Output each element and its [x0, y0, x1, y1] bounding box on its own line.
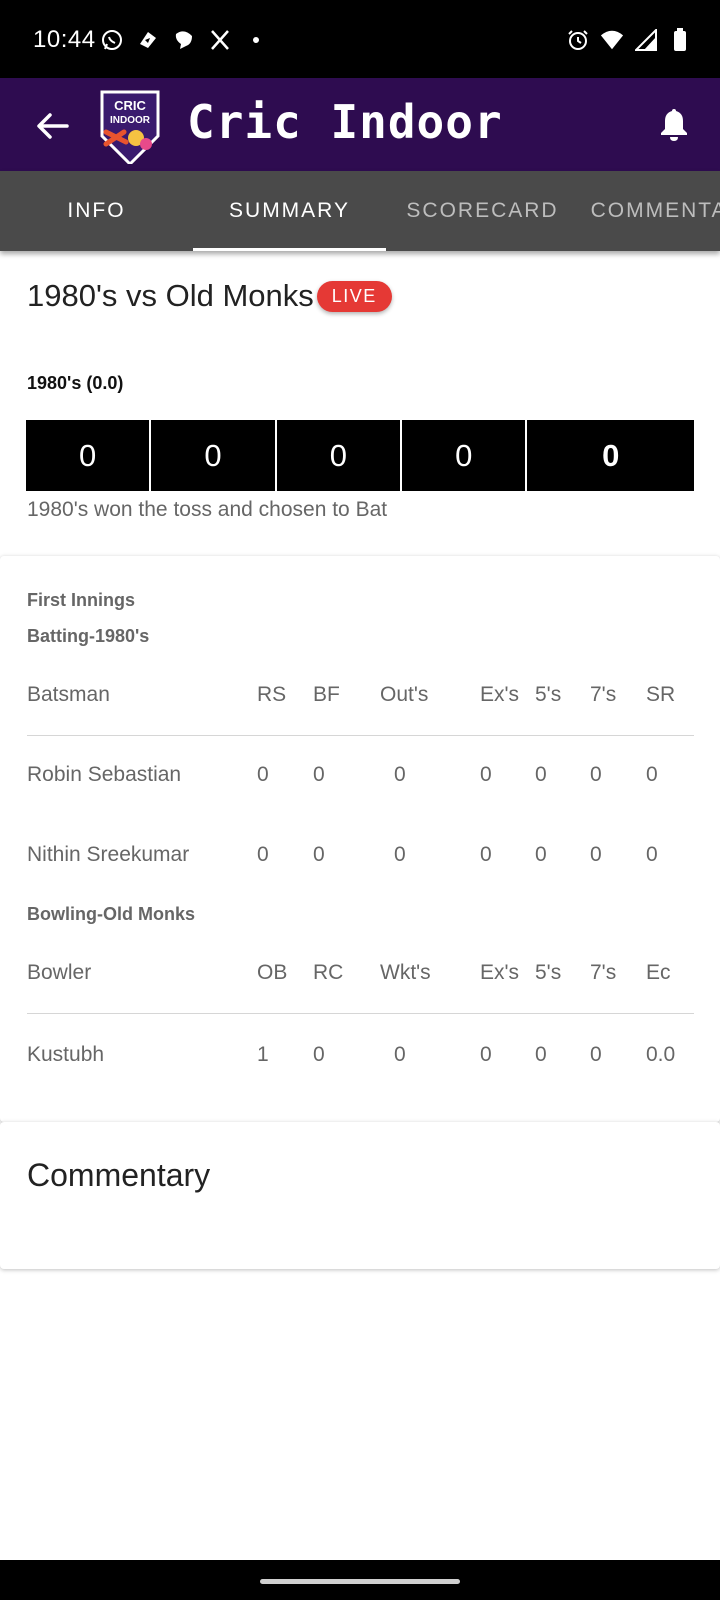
back-button[interactable]	[32, 106, 72, 146]
cell: 0.0	[646, 1043, 676, 1066]
batting-row: Nithin Sreekumar 0 0 0 0 0 0 0	[27, 843, 693, 873]
col-header: Ec	[646, 961, 671, 984]
status-time: 10:44	[33, 26, 96, 53]
col-header: Ex's	[480, 683, 520, 706]
cell: 0	[394, 1043, 406, 1066]
bell-icon	[661, 109, 687, 141]
cell: 0	[313, 1043, 325, 1066]
tab-info[interactable]: INFO	[0, 171, 193, 251]
system-icons	[566, 26, 692, 54]
divider	[27, 1013, 694, 1014]
logo-text-line1: CRIC	[114, 98, 146, 113]
cell: 0	[480, 1043, 492, 1066]
toss-result: 1980's won the toss and chosen to Bat	[27, 498, 388, 521]
divider	[27, 735, 694, 736]
commentary-title: Commentary	[27, 1157, 211, 1193]
batting-header-row: Batsman RS BF Out's Ex's 5's 7's SR	[27, 683, 693, 713]
col-header: RS	[257, 683, 287, 706]
app-icon	[136, 28, 160, 52]
col-header: Bowler	[27, 961, 92, 984]
cell: 0	[590, 763, 602, 786]
app-bar: CRIC INDOOR Cric Indoor	[0, 78, 720, 171]
cell: 0	[394, 843, 406, 866]
cell: 0	[257, 763, 269, 786]
whatsapp-icon	[100, 28, 124, 52]
col-header: SR	[646, 683, 676, 706]
cell: 0	[480, 843, 492, 866]
cell: 0	[590, 843, 602, 866]
col-header: RC	[313, 961, 344, 984]
col-header: BF	[313, 683, 340, 706]
notifications-button[interactable]	[654, 104, 694, 144]
dot-icon	[244, 28, 268, 52]
col-header: Batsman	[27, 683, 110, 706]
wifi-icon	[600, 28, 624, 52]
live-badge: LIVE	[316, 280, 392, 312]
commentary-card[interactable]: Commentary	[0, 1122, 720, 1269]
cell: 0	[646, 763, 658, 786]
app-logo: CRIC INDOOR	[96, 86, 164, 167]
home-gesture-handle[interactable]	[260, 1579, 460, 1584]
ball-2: 0	[151, 420, 277, 491]
chat-icon	[172, 28, 196, 52]
col-header: Ex's	[480, 961, 520, 984]
bowling-label: Bowling-Old Monks	[27, 904, 195, 924]
signal-icon	[634, 28, 658, 52]
bowler-name: Kustubh	[27, 1043, 105, 1066]
logo-text-line2: INDOOR	[110, 115, 151, 126]
batsman-name: Nithin Sreekumar	[27, 843, 190, 866]
cell: 0	[535, 1043, 547, 1066]
back-arrow-icon	[37, 113, 69, 139]
ball-1: 0	[26, 420, 152, 491]
x-icon	[208, 28, 232, 52]
summary-scorecard-card: First Innings Batting-1980's Batsman RS …	[0, 556, 720, 1122]
col-header: Wkt's	[380, 961, 431, 984]
cell: 0	[590, 1043, 602, 1066]
col-header: OB	[257, 961, 288, 984]
cell: 1	[257, 1043, 269, 1066]
batting-label: Batting-1980's	[27, 626, 150, 646]
navigation-bar	[0, 1560, 720, 1600]
bowling-row: Kustubh 1 0 0 0 0 0 0.0	[27, 1043, 693, 1073]
batting-row: Robin Sebastian 0 0 0 0 0 0 0	[27, 763, 693, 793]
ball-3: 0	[277, 420, 403, 491]
cell: 0	[394, 763, 406, 786]
match-title: 1980's vs Old Monks	[27, 278, 314, 313]
match-header: 1980's vs Old Monks LIVE	[27, 278, 392, 314]
cell: 0	[535, 763, 547, 786]
status-bar: 10:44	[0, 0, 720, 78]
col-header: 7's	[590, 961, 617, 984]
recent-balls: 0 0 0 0 0	[26, 420, 694, 491]
cell: 0	[313, 763, 325, 786]
alarm-icon	[566, 28, 590, 52]
cell: 0	[257, 843, 269, 866]
notification-icons	[100, 26, 268, 54]
cell: 0	[480, 763, 492, 786]
ball-5: 0	[602, 437, 620, 473]
col-header: 5's	[535, 683, 562, 706]
tab-commentary[interactable]: COMMENTARY	[579, 171, 720, 251]
bowling-header-row: Bowler OB RC Wkt's Ex's 5's 7's Ec	[27, 961, 693, 991]
cell: 0	[313, 843, 325, 866]
tab-bar: INFO SUMMARY SCORECARD COMMENTARY	[0, 171, 720, 251]
cell: 0	[646, 843, 658, 866]
col-header: 5's	[535, 961, 562, 984]
battery-icon	[668, 28, 692, 52]
tab-scorecard[interactable]: SCORECARD	[386, 171, 579, 251]
col-header: 7's	[590, 683, 617, 706]
batsman-name: Robin Sebastian	[27, 763, 182, 786]
app-title: Cric Indoor	[187, 95, 503, 149]
col-header: Out's	[380, 683, 429, 706]
innings-label: First Innings	[27, 590, 135, 610]
innings-score: 1980's (0.0)	[27, 373, 124, 393]
tab-summary[interactable]: SUMMARY	[193, 171, 386, 251]
ball-4: 0	[402, 420, 528, 491]
cell: 0	[535, 843, 547, 866]
